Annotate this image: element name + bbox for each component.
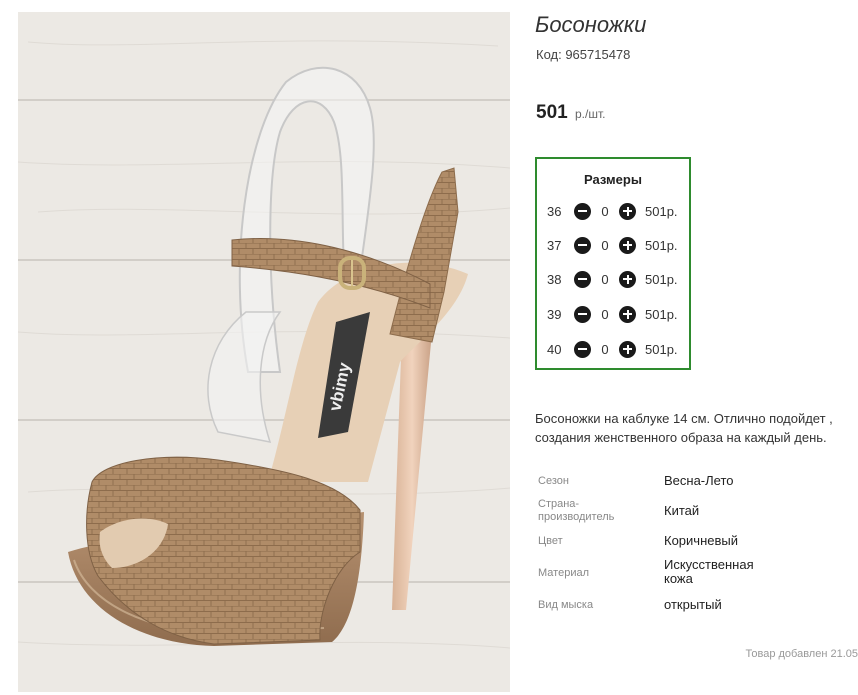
minus-icon[interactable] bbox=[574, 202, 591, 220]
property-value-season: Весна-Лето bbox=[664, 473, 734, 488]
size-quantity: 0 bbox=[601, 271, 609, 287]
size-number: 38 bbox=[547, 271, 562, 287]
size-quantity: 0 bbox=[601, 237, 609, 253]
plus-icon[interactable] bbox=[619, 305, 636, 323]
property-label-toe: Вид мыска bbox=[538, 599, 594, 611]
description-line: Босоножки на каблуке 14 см. Отлично подо… bbox=[535, 411, 833, 426]
size-price: 501р. bbox=[645, 271, 678, 287]
size-row-40: 40 0 501р. bbox=[547, 340, 678, 358]
property-label-color: Цвет bbox=[538, 535, 563, 547]
property-value-color: Коричневый bbox=[664, 533, 738, 548]
size-number: 40 bbox=[547, 341, 562, 357]
property-value-material: Искусственная кожа bbox=[664, 557, 754, 586]
sizes-title: Размеры bbox=[584, 172, 642, 187]
size-row-39: 39 0 501р. bbox=[547, 305, 678, 323]
size-quantity: 0 bbox=[601, 306, 609, 322]
property-value-country: Китай bbox=[664, 503, 700, 518]
property-label-season: Сезон bbox=[538, 475, 569, 487]
minus-icon[interactable] bbox=[574, 270, 591, 288]
plus-icon[interactable] bbox=[619, 202, 636, 220]
size-quantity: 0 bbox=[601, 341, 609, 357]
product-title: Босоножки bbox=[535, 12, 647, 37]
price-value: 501 bbox=[536, 102, 568, 123]
size-price: 501р. bbox=[645, 306, 678, 322]
size-row-36: 36 0 501р. bbox=[547, 202, 678, 220]
property-label-material: Материал bbox=[538, 567, 589, 579]
sizes-selector: Размеры 36 0 501р. 37 0 501р. 38 0 501р.… bbox=[535, 157, 691, 370]
description-line: создания женственного образа на каждый д… bbox=[535, 430, 827, 445]
price-unit: р./шт. bbox=[574, 107, 606, 121]
size-number: 36 bbox=[547, 203, 562, 219]
minus-icon[interactable] bbox=[574, 340, 591, 358]
size-row-37: 37 0 501р. bbox=[547, 236, 678, 254]
minus-icon[interactable] bbox=[574, 305, 591, 323]
sandal-illustration: vbimy bbox=[18, 12, 510, 692]
product-code: Код: 965715478 bbox=[536, 47, 631, 62]
plus-icon[interactable] bbox=[619, 340, 636, 358]
product-price: 501 р./шт. bbox=[536, 102, 605, 124]
product-photo[interactable]: vbimy bbox=[18, 12, 510, 692]
size-price: 501р. bbox=[645, 341, 678, 357]
size-row-38: 38 0 501р. bbox=[547, 270, 678, 288]
size-quantity: 0 bbox=[601, 203, 609, 219]
size-price: 501р. bbox=[645, 237, 678, 253]
minus-icon[interactable] bbox=[574, 236, 591, 254]
product-description: Босоножки на каблуке 14 см. Отлично подо… bbox=[535, 409, 858, 447]
size-number: 37 bbox=[547, 237, 562, 253]
property-label-country: Страна- производитель bbox=[538, 498, 615, 523]
size-number: 39 bbox=[547, 306, 562, 322]
property-value-toe: открытый bbox=[664, 597, 722, 612]
plus-icon[interactable] bbox=[619, 270, 636, 288]
size-price: 501р. bbox=[645, 203, 678, 219]
plus-icon[interactable] bbox=[619, 236, 636, 254]
added-date: Товар добавлен 21.05 bbox=[745, 648, 858, 660]
